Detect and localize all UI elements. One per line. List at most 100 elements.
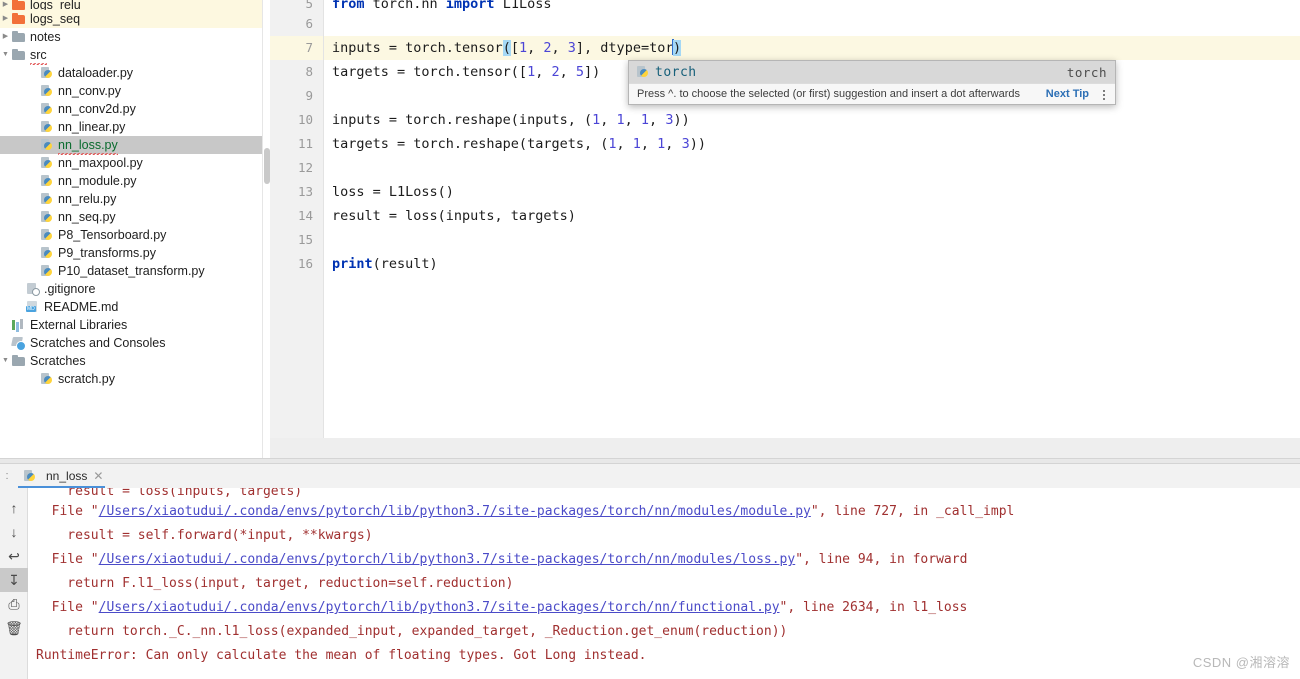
tree-item-label: nn_seq.py	[58, 210, 116, 224]
tree-item-p8-tensorboard-py[interactable]: P8_Tensorboard.py	[0, 226, 262, 244]
console-output-line: File "/Users/xiaotudui/.conda/envs/pytor…	[36, 596, 1300, 620]
tree-item-nn-conv2d-py[interactable]: nn_conv2d.py	[0, 100, 262, 118]
chevron-down-icon[interactable]	[0, 46, 11, 64]
project-tree-panel[interactable]: logs_relu logs_seqnotessrc dataloader.py nn…	[0, 0, 262, 458]
console-output[interactable]: result = loss(inputs, targets) File "/Us…	[28, 488, 1300, 679]
console-panel-marker: :	[5, 470, 9, 482]
traceback-text: File "	[36, 504, 99, 519]
chevron-right-icon[interactable]	[0, 28, 11, 46]
python-file-icon	[39, 246, 54, 260]
tree-item-logs-seq[interactable]: logs_seq	[0, 10, 262, 28]
python-file-icon	[39, 102, 54, 116]
gutter-line-number: 10	[297, 112, 313, 127]
tree-item-p10-dataset-transform-py[interactable]: P10_dataset_transform.py	[0, 262, 262, 280]
scroll-down-button[interactable]: ↓	[0, 520, 28, 544]
traceback-text: File "	[36, 600, 99, 615]
console-tab-nn-loss[interactable]: nn_loss ✕	[14, 464, 110, 488]
code-line[interactable]: inputs = torch.tensor([1, 2, 3], dtype=t…	[324, 36, 1300, 60]
code-token: 1	[518, 40, 528, 56]
tree-item-nn-loss-py[interactable]: nn_loss.py	[0, 135, 262, 155]
tree-item-external-libraries[interactable]: External Libraries	[0, 316, 262, 334]
console-tab-bar: : nn_loss ✕	[0, 464, 1300, 488]
folder-orange-icon	[11, 0, 26, 10]
code-token: ,	[551, 40, 568, 56]
code-token: ,	[559, 64, 576, 80]
traceback-text: return F.l1_loss(input, target, reductio…	[36, 576, 514, 591]
code-line[interactable]	[324, 156, 1300, 180]
scroll-down-icon: ↓	[10, 524, 18, 540]
code-token: inputs = torch.tensor	[332, 40, 503, 56]
code-token: L1Loss	[502, 0, 552, 12]
chevron-right-icon[interactable]	[0, 10, 11, 28]
print-icon: ⎙	[8, 596, 20, 612]
code-line[interactable]: targets = torch.reshape(targets, (1, 1, …	[324, 132, 1300, 156]
code-token: import	[445, 0, 503, 12]
autocomplete-item-torch[interactable]: torch torch	[629, 61, 1115, 83]
code-line[interactable]	[324, 228, 1300, 252]
code-line[interactable]	[324, 12, 1300, 36]
traceback-text: return torch._C._nn.l1_loss(expanded_inp…	[36, 624, 788, 639]
autocomplete-popup[interactable]: torch torch Press ^. to choose the selec…	[628, 60, 1116, 105]
console-output-line: return torch._C._nn.l1_loss(expanded_inp…	[36, 620, 1300, 644]
tree-item-readme-md[interactable]: README.md	[0, 298, 262, 316]
markdown-file-icon	[25, 300, 40, 314]
tree-item-scratches-and-consoles[interactable]: Scratches and Consoles	[0, 334, 262, 352]
tree-item-scratch-py[interactable]: scratch.py	[0, 370, 262, 388]
tree-item-nn-seq-py[interactable]: nn_seq.py	[0, 208, 262, 226]
traceback-file-link[interactable]: /Users/xiaotudui/.conda/envs/pytorch/lib…	[99, 600, 780, 615]
tree-item-nn-linear-py[interactable]: nn_linear.py	[0, 118, 262, 136]
tree-item-scratches[interactable]: Scratches	[0, 352, 262, 370]
code-token: ], dtype=tor	[575, 40, 674, 56]
tree-item-nn-conv-py[interactable]: nn_conv.py	[0, 82, 262, 100]
tree-item-label: nn_module.py	[58, 174, 137, 188]
tree-item-src[interactable]: src	[0, 45, 262, 65]
tree-item-dataloader-py[interactable]: dataloader.py	[0, 64, 262, 82]
tree-item-nn-module-py[interactable]: nn_module.py	[0, 172, 262, 190]
kebab-menu-icon[interactable]	[1099, 87, 1109, 101]
console-output-line: File "/Users/xiaotudui/.conda/envs/pytor…	[36, 500, 1300, 524]
tree-item-label: nn_linear.py	[58, 120, 126, 134]
clear-all-button[interactable]: 🗑	[0, 616, 28, 640]
code-token: 2	[551, 64, 560, 80]
tree-item-nn-relu-py[interactable]: nn_relu.py	[0, 190, 262, 208]
print-button[interactable]: ⎙	[0, 592, 28, 616]
folder-icon	[11, 354, 26, 368]
python-file-icon	[39, 84, 54, 98]
code-line[interactable]: loss = L1Loss()	[324, 180, 1300, 204]
traceback-text: RuntimeError: Can only calculate the mea…	[36, 648, 647, 663]
console-toolbar[interactable]: ↑ ↓ ↩ ↧ ⎙ 🗑	[0, 488, 28, 679]
code-line[interactable]: −from torch.nn import L1Loss	[324, 0, 1300, 12]
scratch-python-icon	[39, 372, 54, 386]
traceback-file-link[interactable]: /Users/xiaotudui/.conda/envs/pytorch/lib…	[99, 552, 796, 567]
tree-item--gitignore[interactable]: .gitignore	[0, 280, 262, 298]
scroll-up-button[interactable]: ↑	[0, 496, 28, 520]
tree-item-label: nn_conv.py	[58, 84, 122, 98]
chevron-right-icon[interactable]	[0, 0, 11, 10]
autocomplete-tip-text: Press ^. to choose the selected (or firs…	[637, 88, 1021, 100]
run-console-panel: : nn_loss ✕ ↑ ↓ ↩ ↧ ⎙ 🗑 result = loss(inputs,…	[0, 464, 1300, 679]
gutter-line-number: 11	[297, 136, 313, 151]
traceback-file-link[interactable]: /Users/xiaotudui/.conda/envs/pytorch/lib…	[99, 504, 811, 519]
code-line[interactable]: inputs = torch.reshape(inputs, (1, 1, 1,…	[324, 108, 1300, 132]
tree-item-label: nn_conv2d.py	[58, 102, 136, 116]
tree-item-label: logs_relu	[30, 0, 81, 10]
tree-item-logs-relu[interactable]: logs_relu	[0, 0, 262, 10]
code-token: inputs = torch.reshape(inputs, (	[332, 112, 593, 128]
tree-item-p9-transforms-py[interactable]: P9_transforms.py	[0, 244, 262, 262]
scroll-to-end-button[interactable]: ↧	[0, 568, 28, 592]
chevron-down-icon[interactable]	[0, 352, 11, 370]
code-token: ])	[584, 64, 601, 80]
clear-all-icon: 🗑	[5, 620, 23, 636]
tree-item-nn-maxpool-py[interactable]: nn_maxpool.py	[0, 154, 262, 172]
code-line[interactable]: result = loss(inputs, targets)	[324, 204, 1300, 228]
next-tip-link[interactable]: Next Tip	[1046, 88, 1089, 100]
console-tab-label: nn_loss	[46, 469, 88, 483]
gutter-line-number: 15	[297, 232, 313, 247]
close-icon[interactable]: ✕	[93, 470, 103, 482]
soft-wrap-button[interactable]: ↩	[0, 544, 28, 568]
tree-item-notes[interactable]: notes	[0, 28, 262, 46]
tree-item-label: nn_loss.py	[58, 135, 118, 155]
code-token: result = loss(inputs, targets)	[332, 208, 576, 224]
code-line[interactable]: print(result)	[324, 252, 1300, 276]
vertical-splitter[interactable]	[262, 0, 270, 458]
